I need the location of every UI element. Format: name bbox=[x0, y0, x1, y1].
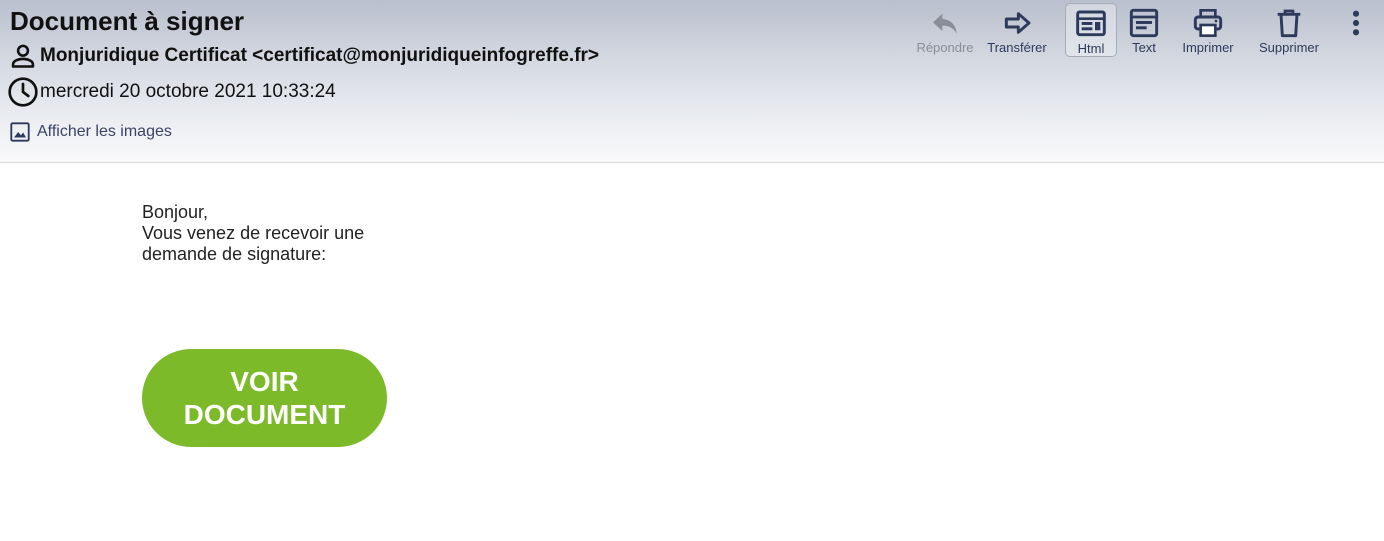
body-line-2: demande de signature: bbox=[142, 244, 327, 264]
trash-icon bbox=[1277, 9, 1301, 38]
html-view-button[interactable]: Html bbox=[1065, 3, 1117, 57]
forward-icon bbox=[1004, 12, 1031, 34]
message-toolbar: Répondre Transférer Html Text Imprimer S… bbox=[0, 3, 1384, 59]
html-view-label: Html bbox=[1077, 41, 1105, 56]
message-header: Document à signer Monjuridique Certifica… bbox=[0, 0, 1384, 163]
message-date: mercredi 20 octobre 2021 10:33:24 bbox=[40, 81, 336, 102]
print-label: Imprimer bbox=[1182, 40, 1234, 55]
body-line-1: Vous venez de recevoir une bbox=[142, 223, 365, 243]
reply-button[interactable]: Répondre bbox=[913, 3, 977, 57]
text-view-label: Text bbox=[1132, 40, 1156, 55]
text-view-icon bbox=[1129, 8, 1159, 38]
forward-label: Transférer bbox=[987, 40, 1047, 55]
more-options-button[interactable] bbox=[1342, 3, 1370, 57]
message-body: Bonjour, Vous venez de recevoir une dema… bbox=[142, 202, 364, 265]
forward-button[interactable]: Transférer bbox=[984, 3, 1050, 57]
view-document-button[interactable]: VOIR DOCUMENT bbox=[142, 349, 387, 447]
print-icon bbox=[1193, 9, 1223, 37]
delete-label: Supprimer bbox=[1259, 40, 1319, 55]
show-images-label: Afficher les images bbox=[37, 123, 172, 140]
reply-label: Répondre bbox=[916, 40, 974, 55]
cta-line-2: DOCUMENT bbox=[183, 399, 346, 430]
reply-icon bbox=[933, 13, 957, 34]
cta-line-1: VOIR bbox=[230, 366, 299, 397]
print-button[interactable]: Imprimer bbox=[1176, 3, 1240, 57]
show-images-link[interactable]: Afficher les images bbox=[9, 121, 172, 143]
image-icon bbox=[10, 122, 30, 142]
date-row: mercredi 20 octobre 2021 10:33:24 bbox=[7, 77, 336, 107]
greeting-text: Bonjour, bbox=[142, 202, 209, 222]
delete-button[interactable]: Supprimer bbox=[1254, 3, 1324, 57]
html-view-icon bbox=[1076, 10, 1106, 37]
more-vertical-icon bbox=[1352, 10, 1360, 36]
clock-icon bbox=[8, 77, 38, 107]
text-view-button[interactable]: Text bbox=[1122, 3, 1166, 57]
